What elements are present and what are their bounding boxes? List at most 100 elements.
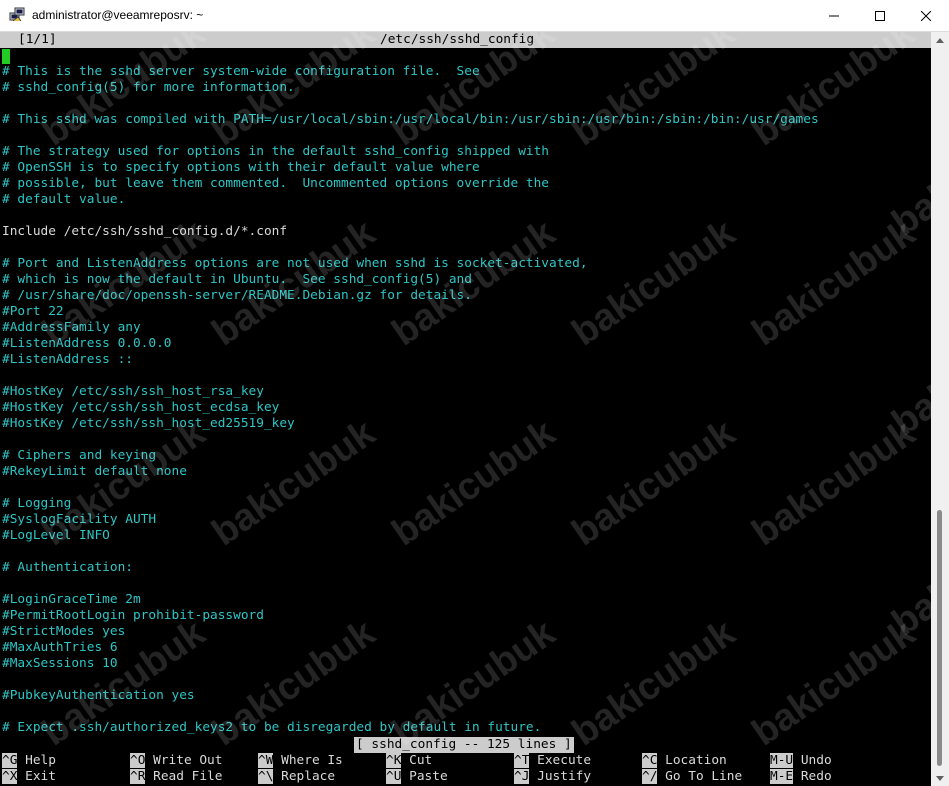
file-line: # /usr/share/doc/openssh-server/README.D… (2, 288, 472, 303)
file-line: #LoginGraceTime 2m (2, 592, 141, 607)
shortcut-execute[interactable]: ^T Execute (514, 753, 591, 769)
nano-header-bar: [1/1] /etc/ssh/sshd_config (0, 32, 931, 48)
file-line: #HostKey /etc/ssh/ssh_host_ed25519_key (2, 416, 295, 431)
putty-icon[interactable] (9, 7, 25, 23)
file-line: # This is the sshd server system-wide co… (2, 64, 480, 79)
file-line: #ListenAddress 0.0.0.0 (2, 336, 172, 351)
shortcut-where-is[interactable]: ^W Where Is (258, 753, 343, 769)
watermark-text: bakicubuk (564, 32, 743, 155)
watermark-text: bakicubuk (744, 611, 923, 755)
watermark-text: bakicubuk (564, 611, 743, 755)
nano-version: [1/1] (18, 32, 57, 47)
watermark-text: bakicubuk (884, 301, 931, 445)
watermark-text: bakicubuk (744, 411, 923, 555)
status-message: [ sshd_config -- 125 lines ] (354, 737, 574, 753)
shortcut-location[interactable]: ^C Location (642, 753, 727, 769)
shortcut-label: Undo (793, 753, 832, 768)
file-line: #Port 22 (2, 304, 64, 319)
shortcut-key: ^T (514, 753, 530, 768)
terminal-area[interactable]: [1/1] /etc/ssh/sshd_config # This is the… (0, 32, 931, 786)
file-line: # This sshd was compiled with PATH=/usr/… (2, 112, 819, 127)
shortcut-label: Go To Line (657, 769, 743, 784)
shortcut-paste[interactable]: ^U Paste (386, 769, 448, 785)
shortcut-help[interactable]: ^G Help (2, 753, 56, 769)
shortcut-justify[interactable]: ^J Justify (514, 769, 591, 785)
shortcut-label: Justify (529, 769, 592, 784)
file-line: Include /etc/ssh/sshd_config.d/*.conf (2, 224, 288, 239)
window-titlebar: administrator@veeamreposrv: ~ (0, 0, 949, 32)
scroll-up-arrow[interactable] (931, 32, 949, 48)
file-line: # which is now the default in Ubuntu. Se… (2, 272, 472, 287)
shortcut-key: ^R (130, 769, 146, 784)
file-line: #RekeyLimit default none (2, 464, 187, 479)
shortcut-label: Replace (273, 769, 336, 784)
watermark-text: bakicubuk (204, 411, 383, 555)
file-line: # Expect .ssh/authorized_keys2 to be dis… (2, 720, 542, 735)
close-icon (921, 11, 931, 21)
shortcut-label: Help (17, 753, 56, 768)
shortcut-label: Cut (401, 753, 433, 768)
vertical-scrollbar[interactable] (931, 32, 949, 786)
minimize-button[interactable] (811, 0, 857, 32)
shortcut-key: ^W (258, 753, 274, 768)
shortcut-undo[interactable]: M-U Undo (770, 753, 832, 769)
shortcut-go-to-line[interactable]: ^/ Go To Line (642, 769, 742, 785)
shortcut-label: Write Out (145, 753, 223, 768)
file-line: # Port and ListenAddress options are not… (2, 256, 588, 271)
maximize-button[interactable] (857, 0, 903, 32)
shortcut-redo[interactable]: M-E Redo (770, 769, 832, 785)
watermark-text: bakicubuk (884, 101, 931, 245)
shortcut-write-out[interactable]: ^O Write Out (130, 753, 222, 769)
scrollbar-thumb[interactable] (937, 510, 942, 766)
watermark-text: bakicubuk (384, 411, 563, 555)
shortcut-label: Read File (145, 769, 223, 784)
file-line: #AddressFamily any (2, 320, 141, 335)
file-line: #MaxAuthTries 6 (2, 640, 118, 655)
scroll-down-arrow[interactable] (931, 770, 949, 786)
file-line: # default value. (2, 192, 126, 207)
file-line: #HostKey /etc/ssh/ssh_host_ecdsa_key (2, 400, 280, 415)
file-line: # The strategy used for options in the d… (2, 144, 550, 159)
file-line: # Ciphers and keying (2, 448, 157, 463)
file-line: # Authentication: (2, 560, 133, 575)
shortcut-label: Paste (401, 769, 448, 784)
shortcut-key: ^O (130, 753, 146, 768)
file-line: #LogLevel INFO (2, 528, 110, 543)
shortcut-cut[interactable]: ^K Cut (386, 753, 432, 769)
shortcut-label: Location (657, 753, 727, 768)
shortcut-key: M-U (770, 753, 794, 768)
shortcut-key: ^J (514, 769, 530, 784)
shortcut-key: ^K (386, 753, 402, 768)
file-line: #PermitRootLogin prohibit-password (2, 608, 264, 623)
shortcut-read-file[interactable]: ^R Read File (130, 769, 222, 785)
watermark-text: bakicubuk (564, 211, 743, 355)
shortcut-key: ^U (386, 769, 402, 784)
file-line: #MaxSessions 10 (2, 656, 118, 671)
minimize-icon (829, 15, 839, 17)
shortcut-key: ^G (2, 753, 18, 768)
window-title: administrator@veeamreposrv: ~ (32, 8, 204, 22)
chevron-down-icon (936, 775, 944, 781)
file-line: # sshd_config(5) for more information. (2, 80, 295, 95)
shortcut-label: Where Is (273, 753, 343, 768)
close-button[interactable] (903, 0, 949, 32)
file-line: # OpenSSH is to specify options with the… (2, 160, 480, 175)
shortcut-key: M-E (770, 769, 794, 784)
file-line: #HostKey /etc/ssh/ssh_host_rsa_key (2, 384, 264, 399)
shortcut-exit[interactable]: ^X Exit (2, 769, 56, 785)
shortcut-label: Execute (529, 753, 592, 768)
shortcut-key: ^C (642, 753, 658, 768)
watermark-text: bakicubuk (744, 32, 923, 155)
shortcut-replace[interactable]: ^\ Replace (258, 769, 335, 785)
file-line: # possible, but leave them commented. Un… (2, 176, 550, 191)
file-line: #StrictModes yes (2, 624, 126, 639)
watermark-text: bakicubuk (564, 411, 743, 555)
watermark-text: bakicubuk (744, 211, 923, 355)
watermark-text: bakicubuk (384, 32, 563, 155)
text-cursor (2, 49, 10, 64)
file-line: #PubkeyAuthentication yes (2, 688, 195, 703)
maximize-icon (875, 11, 885, 21)
shortcut-key: ^/ (642, 769, 658, 784)
watermark-text: bakicubuk (884, 501, 931, 645)
file-line: # Logging (2, 496, 72, 511)
